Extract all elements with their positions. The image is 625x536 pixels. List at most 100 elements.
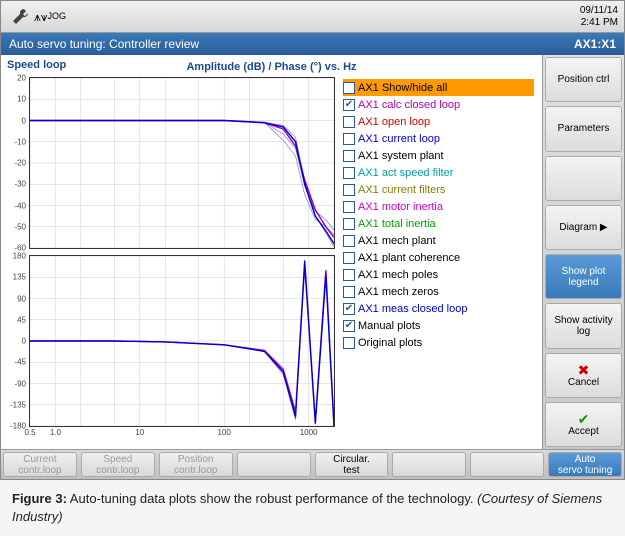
checkbox-icon[interactable] xyxy=(343,133,355,145)
button-label: Parameters xyxy=(558,123,610,134)
x-tick: 1000 xyxy=(300,428,318,437)
show-plot-legend-button[interactable]: Show plot legend xyxy=(545,254,622,299)
plot-legend: AX1 Show/hide all✔AX1 calc closed loopAX… xyxy=(335,75,538,443)
y-tick: 180 xyxy=(13,252,26,261)
legend-item[interactable]: AX1 plant coherence xyxy=(343,249,534,266)
y-tick: -20 xyxy=(14,159,26,168)
app-window: ⩚⩛ JOG 09/11/14 2:41 PM Auto servo tunin… xyxy=(0,0,625,480)
legend-label: AX1 calc closed loop xyxy=(358,99,460,111)
checkbox-icon[interactable] xyxy=(343,150,355,162)
diagram-button[interactable]: Diagram ▶ xyxy=(545,205,622,250)
legend-label: AX1 current loop xyxy=(358,133,440,145)
y-tick: 0 xyxy=(22,116,26,125)
checkbox-icon[interactable] xyxy=(343,201,355,213)
position-contrloop-tab[interactable]: Positioncontr.loop xyxy=(159,452,233,477)
blank-tab-3[interactable] xyxy=(470,452,544,477)
y-tick: -10 xyxy=(14,137,26,146)
main-area: Speed loop Amplitude (dB) / Phase (°) vs… xyxy=(1,55,624,449)
datetime-display: 09/11/14 2:41 PM xyxy=(580,5,618,29)
legend-item[interactable]: Original plots xyxy=(343,334,534,351)
jog-label: JOG xyxy=(48,12,67,21)
legend-item[interactable]: AX1 mech poles xyxy=(343,266,534,283)
y-tick: -45 xyxy=(14,358,26,367)
legend-label: AX1 mech plant xyxy=(358,235,436,247)
auto-servo-tuning-tab[interactable]: Autoservo tuning xyxy=(548,452,622,477)
checkbox-icon[interactable] xyxy=(343,218,355,230)
y-tick: -30 xyxy=(14,180,26,189)
legend-item[interactable]: AX1 Show/hide all xyxy=(343,79,534,96)
checkbox-icon[interactable]: ✔ xyxy=(343,303,355,315)
checkbox-icon[interactable] xyxy=(343,337,355,349)
legend-item[interactable]: AX1 system plant xyxy=(343,147,534,164)
x-tick: 0.5 xyxy=(24,428,35,437)
checkbox-icon[interactable]: ✔ xyxy=(343,99,355,111)
button-label: Show plot legend xyxy=(548,266,619,288)
button-label: Show activity log xyxy=(548,315,619,337)
wrench-icon[interactable] xyxy=(7,4,33,30)
speed-contrloop-tab[interactable]: Speedcontr.loop xyxy=(81,452,155,477)
checkbox-icon[interactable] xyxy=(343,167,355,179)
y-tick: -40 xyxy=(14,201,26,210)
page-title: Auto servo tuning: Controller review xyxy=(9,37,199,51)
caption-text: Auto-tuning data plots show the robust p… xyxy=(67,491,477,506)
circular-test-tab[interactable]: Circular.test xyxy=(315,452,389,477)
show-activity-log-button[interactable]: Show activity log xyxy=(545,303,622,348)
position-ctrl-button[interactable]: Position ctrl xyxy=(545,57,622,102)
legend-item[interactable]: AX1 mech plant xyxy=(343,232,534,249)
blank-button-1[interactable] xyxy=(545,156,622,201)
y-tick: 90 xyxy=(17,294,26,303)
legend-item[interactable]: AX1 motor inertia xyxy=(343,198,534,215)
checkbox-icon[interactable] xyxy=(343,286,355,298)
tab-label: Autoservo tuning xyxy=(558,454,612,476)
current-contrloop-tab[interactable]: Currentcontr.loop xyxy=(3,452,77,477)
bottom-tabbar: Currentcontr.loop Speedcontr.loop Position… xyxy=(1,449,624,479)
legend-item[interactable]: AX1 mech zeros xyxy=(343,283,534,300)
legend-label: AX1 total inertia xyxy=(358,218,436,230)
legend-item[interactable]: ✔AX1 meas closed loop xyxy=(343,300,534,317)
tab-label: Circular.test xyxy=(333,454,370,476)
accept-button[interactable]: ✔Accept xyxy=(545,402,622,447)
y-tick: 45 xyxy=(17,315,26,324)
plot-column: 20100-10-20-30-40-50-60 18013590450-45-9… xyxy=(5,75,335,443)
legend-item[interactable]: AX1 open loop xyxy=(343,113,534,130)
legend-label: AX1 system plant xyxy=(358,150,444,162)
tab-label: Positioncontr.loop xyxy=(174,454,217,476)
parameters-button[interactable]: Parameters xyxy=(545,106,622,151)
figure-caption: Figure 3: Auto-tuning data plots show th… xyxy=(0,480,625,536)
plot-area: Speed loop Amplitude (dB) / Phase (°) vs… xyxy=(1,55,542,449)
phase-plot[interactable]: 18013590450-45-90-135-180 0.51.010100100… xyxy=(29,255,335,427)
checkbox-icon[interactable] xyxy=(343,252,355,264)
legend-item[interactable]: AX1 total inertia xyxy=(343,215,534,232)
blank-tab-1[interactable] xyxy=(237,452,311,477)
content-area: Speed loop Amplitude (dB) / Phase (°) vs… xyxy=(1,55,542,449)
checkbox-icon[interactable] xyxy=(343,116,355,128)
button-icon: ✖ xyxy=(578,363,590,377)
checkbox-icon[interactable] xyxy=(343,235,355,247)
legend-label: AX1 mech zeros xyxy=(358,286,439,298)
legend-label: AX1 Show/hide all xyxy=(358,82,447,94)
y-tick: -135 xyxy=(10,400,26,409)
sidebar: Position ctrl Parameters Diagram ▶ Show plo… xyxy=(542,55,624,449)
legend-item[interactable]: AX1 current filters xyxy=(343,181,534,198)
y-tick: -50 xyxy=(14,222,26,231)
legend-item[interactable]: AX1 act speed filter xyxy=(343,164,534,181)
button-label: Position ctrl xyxy=(558,74,610,85)
legend-item[interactable]: ✔Manual plots xyxy=(343,317,534,334)
legend-label: Manual plots xyxy=(358,320,420,332)
checkbox-icon[interactable]: ✔ xyxy=(343,320,355,332)
checkbox-icon[interactable] xyxy=(343,269,355,281)
tab-label: Speedcontr.loop xyxy=(96,454,139,476)
axis-indicator: AX1:X1 xyxy=(574,37,616,51)
y-tick: 20 xyxy=(17,74,26,83)
jog-button[interactable]: ⩚⩛ JOG xyxy=(37,4,63,30)
blank-tab-2[interactable] xyxy=(392,452,466,477)
legend-item[interactable]: ✔AX1 calc closed loop xyxy=(343,96,534,113)
legend-label: AX1 plant coherence xyxy=(358,252,460,264)
checkbox-icon[interactable] xyxy=(343,82,355,94)
cancel-button[interactable]: ✖Cancel xyxy=(545,353,622,398)
caption-fig: Figure 3: xyxy=(12,491,67,506)
amplitude-plot[interactable]: 20100-10-20-30-40-50-60 xyxy=(29,77,335,249)
legend-label: AX1 motor inertia xyxy=(358,201,443,213)
legend-item[interactable]: AX1 current loop xyxy=(343,130,534,147)
checkbox-icon[interactable] xyxy=(343,184,355,196)
